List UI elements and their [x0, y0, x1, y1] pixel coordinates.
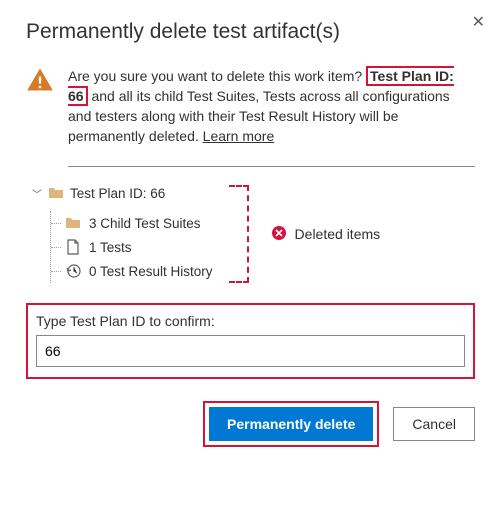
- learn-more-link[interactable]: Learn more: [203, 128, 275, 144]
- tree-root-label: Test Plan ID: 66: [70, 186, 165, 201]
- tree-root[interactable]: ﹀ Test Plan ID: 66: [32, 185, 213, 201]
- confirm-label: Type Test Plan ID to confirm:: [36, 313, 465, 329]
- tree-item-label: 1 Tests: [89, 240, 132, 255]
- document-icon: [65, 239, 81, 255]
- confirm-section: Type Test Plan ID to confirm:: [26, 303, 475, 379]
- close-icon[interactable]: ✕: [468, 8, 489, 36]
- primary-highlight: Permanently delete: [203, 401, 379, 447]
- tree-item-tests[interactable]: 1 Tests: [51, 235, 213, 259]
- msg-before: Are you sure you want to delete this wor…: [68, 68, 362, 84]
- dialog-title: Permanently delete test artifact(s): [26, 20, 475, 44]
- deleted-text: Deleted items: [295, 226, 381, 242]
- cancel-button[interactable]: Cancel: [393, 407, 475, 441]
- folder-icon: [65, 215, 81, 231]
- chevron-down-icon: ﹀: [32, 186, 42, 201]
- permanently-delete-button[interactable]: Permanently delete: [209, 407, 373, 441]
- artifact-tree: ﹀ Test Plan ID: 66 3 Child Test Suites 1…: [32, 185, 213, 283]
- annotation-bracket: [229, 185, 249, 283]
- warning-icon: [26, 66, 54, 146]
- dialog-buttons: Permanently delete Cancel: [26, 401, 475, 447]
- tree-item-history[interactable]: 0 Test Result History: [51, 259, 213, 283]
- confirm-input[interactable]: [36, 335, 465, 367]
- folder-icon: [48, 185, 64, 201]
- separator: [68, 166, 475, 167]
- error-icon: [271, 225, 287, 244]
- tree-item-label: 3 Child Test Suites: [89, 216, 201, 231]
- history-icon: [65, 263, 81, 279]
- deleted-items-label: Deleted items: [271, 225, 381, 244]
- warning-message: Are you sure you want to delete this wor…: [68, 66, 475, 146]
- tree-item-suites[interactable]: 3 Child Test Suites: [51, 211, 213, 235]
- tree-item-label: 0 Test Result History: [89, 264, 213, 279]
